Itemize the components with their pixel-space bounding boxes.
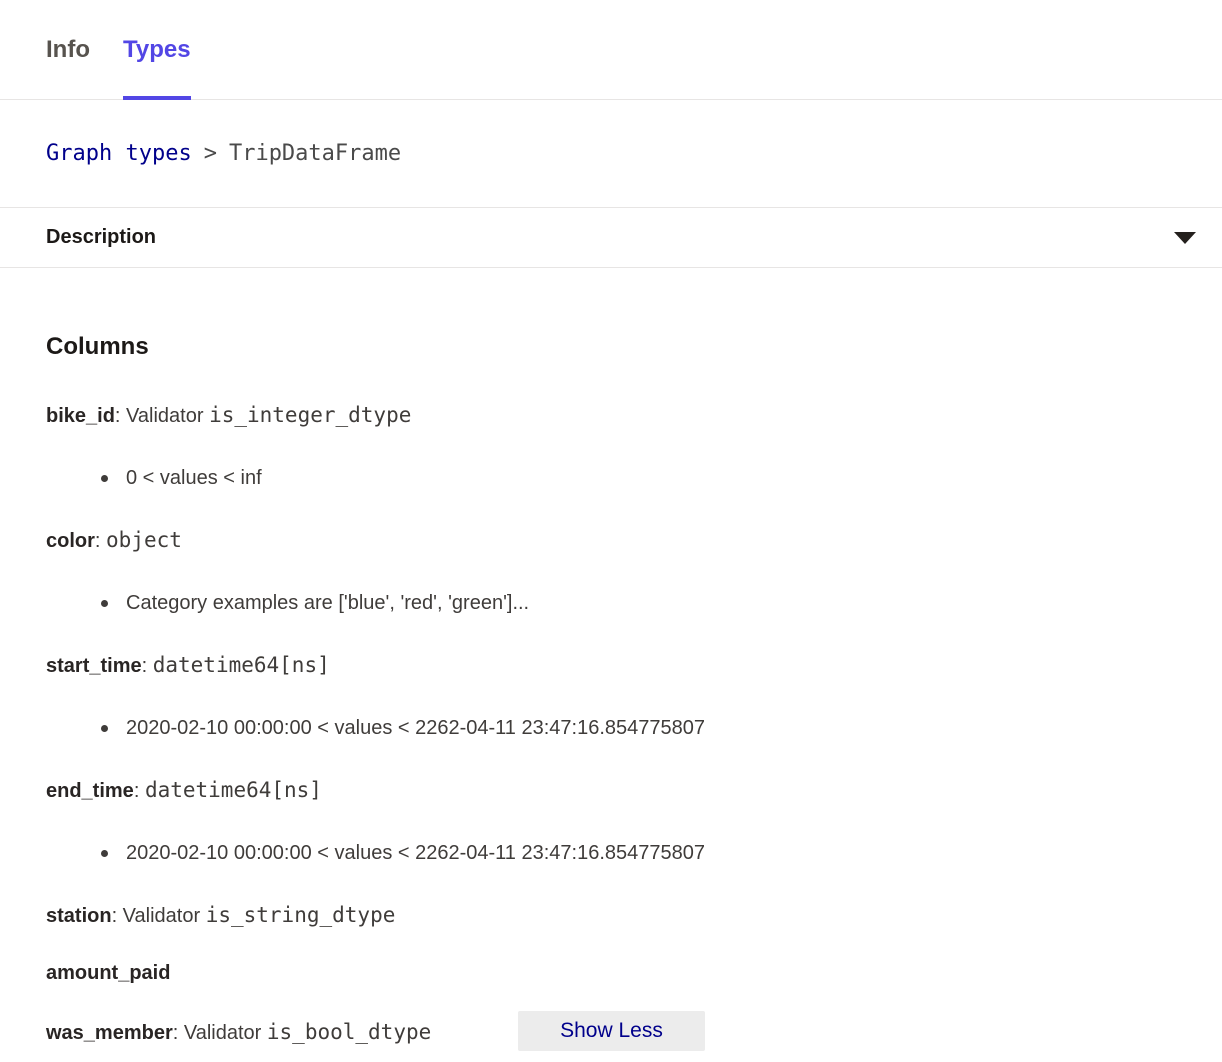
column-check-item: 0 < values < inf: [46, 465, 1176, 491]
breadcrumb-current: TripDataFrame: [229, 141, 401, 166]
column-prefix: :: [95, 530, 101, 552]
column-prefix: : Validator: [112, 905, 201, 927]
bullet-icon: [101, 600, 108, 607]
column-term-bike-id: bike_id: Validator is_integer_dtype: [46, 402, 1176, 429]
column-term-start-time: start_time: datetime64[ns]: [46, 652, 1176, 679]
breadcrumb-link-graph-types[interactable]: Graph types: [46, 141, 192, 166]
column-type-code: datetime64[ns]: [153, 653, 330, 677]
column-prefix: : Validator: [115, 405, 204, 427]
tab-types[interactable]: Types: [123, 0, 191, 99]
column-check-item: 2020-02-10 00:00:00 < values < 2262-04-1…: [46, 715, 1176, 741]
check-text: 2020-02-10 00:00:00 < values < 2262-04-1…: [126, 717, 705, 739]
column-type-code: is_integer_dtype: [209, 403, 411, 427]
column-type-code: object: [106, 528, 182, 552]
description-title: Description: [46, 226, 156, 249]
check-text: Category examples are ['blue', 'red', 'g…: [126, 592, 529, 614]
column-name: color: [46, 530, 95, 552]
column-name: bike_id: [46, 405, 115, 427]
chevron-down-icon[interactable]: [1174, 232, 1196, 244]
tab-info-label: Info: [46, 36, 90, 64]
check-text: 0 < values < inf: [126, 467, 262, 489]
column-name: start_time: [46, 655, 142, 677]
tab-bar: Info Types: [0, 0, 1222, 100]
column-type-code: datetime64[ns]: [145, 778, 322, 802]
column-prefix: :: [142, 655, 148, 677]
column-type-code: is_bool_dtype: [267, 1020, 431, 1044]
column-term-station: station: Validator is_string_dtype: [46, 902, 1176, 929]
bullet-icon: [101, 475, 108, 482]
bullet-icon: [101, 725, 108, 732]
bullet-icon: [101, 850, 108, 857]
columns-heading: Columns: [46, 332, 1176, 362]
breadcrumb-separator: >: [204, 141, 217, 166]
show-less-button[interactable]: Show Less: [518, 1011, 705, 1051]
column-name: end_time: [46, 780, 134, 802]
column-prefix: : Validator: [173, 1022, 262, 1044]
column-name: was_member: [46, 1022, 173, 1044]
column-term-end-time: end_time: datetime64[ns]: [46, 777, 1176, 804]
column-term-was-member: was_member: Validator is_bool_dtypeShow …: [46, 1019, 1176, 1046]
check-text: 2020-02-10 00:00:00 < values < 2262-04-1…: [126, 842, 705, 864]
tab-types-label: Types: [123, 36, 191, 64]
columns-section: Columns bike_id: Validator is_integer_dt…: [0, 268, 1222, 1046]
tab-info[interactable]: Info: [46, 0, 90, 99]
column-prefix: :: [134, 780, 140, 802]
description-section-header[interactable]: Description: [0, 208, 1222, 268]
column-type-code: is_string_dtype: [206, 903, 396, 927]
column-term-color: color: object: [46, 527, 1176, 554]
column-name: station: [46, 905, 112, 927]
column-term-amount-paid: amount_paid: [46, 959, 1176, 986]
column-name: amount_paid: [46, 962, 170, 984]
column-check-item: 2020-02-10 00:00:00 < values < 2262-04-1…: [46, 840, 1176, 866]
breadcrumb: Graph types > TripDataFrame: [0, 100, 1222, 208]
column-check-item: Category examples are ['blue', 'red', 'g…: [46, 590, 1176, 616]
